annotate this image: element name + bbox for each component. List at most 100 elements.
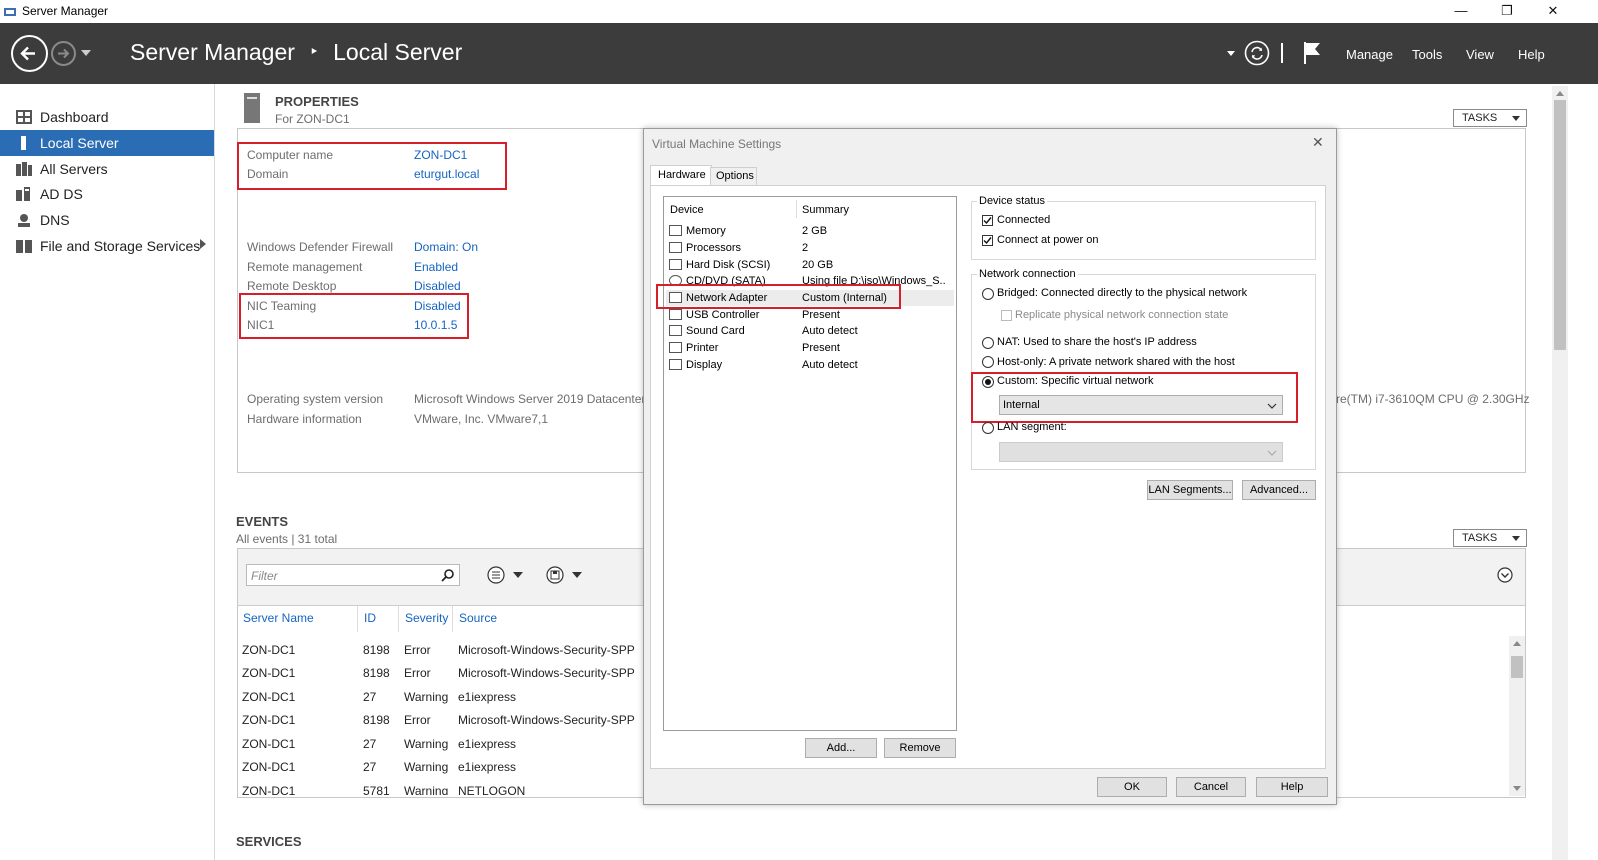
sidebar-item-file-storage[interactable]: File and Storage Services <box>0 233 214 259</box>
events-tasks-button[interactable]: TASKS <box>1453 529 1527 547</box>
device-row-printer[interactable]: Printer Present <box>666 340 954 356</box>
scroll-thumb[interactable] <box>1554 100 1566 350</box>
window-title: Server Manager <box>22 4 109 18</box>
sidebar-item-all-servers[interactable]: All Servers <box>0 156 214 182</box>
bridged-radio[interactable] <box>982 288 994 300</box>
properties-tasks-button[interactable]: TASKS <box>1453 109 1527 127</box>
column-header-id[interactable]: ID <box>364 611 376 625</box>
device-name: Memory <box>686 225 726 237</box>
close-window-button[interactable]: ✕ <box>1530 0 1576 22</box>
device-status-title: Device status <box>977 195 1048 207</box>
menu-manage[interactable]: Manage <box>1346 47 1393 62</box>
bridged-label[interactable]: Bridged: Connected directly to the physi… <box>997 287 1247 299</box>
sidebar-item-local-server[interactable]: Local Server <box>0 130 214 156</box>
events-filter-input[interactable]: Filter <box>246 564 460 586</box>
device-row-usb-controller[interactable]: USB Controller Present <box>666 307 954 323</box>
device-row-processors[interactable]: Processors 2 <box>666 240 954 256</box>
sidebar-item-label: File and Storage Services <box>40 238 201 254</box>
properties-heading: PROPERTIES <box>275 94 359 109</box>
minimize-button[interactable]: — <box>1438 0 1484 22</box>
menu-tools[interactable]: Tools <box>1412 47 1442 62</box>
scroll-thumb[interactable] <box>1511 656 1523 678</box>
breadcrumb-root[interactable]: Server Manager <box>130 39 295 65</box>
expand-panel-button[interactable] <box>1497 567 1513 583</box>
replicate-checkbox <box>1001 310 1012 321</box>
scroll-up-icon[interactable] <box>1556 91 1564 96</box>
sidebar-item-dashboard[interactable]: Dashboard <box>0 104 214 130</box>
connected-checkbox[interactable] <box>982 215 993 226</box>
cell-id: 8198 <box>363 713 390 727</box>
sidebar-item-label: All Servers <box>40 161 108 177</box>
cell-severity: Warning <box>404 737 449 751</box>
add-device-button[interactable]: Add... <box>805 738 877 758</box>
host-only-label[interactable]: Host-only: A private network shared with… <box>997 356 1235 368</box>
search-icon[interactable] <box>441 568 455 582</box>
cell-severity: Warning <box>404 690 449 704</box>
table-row[interactable]: ZON-DC1 8198 Error Microsoft-Windows-Sec… <box>238 640 643 660</box>
cell-server: ZON-DC1 <box>242 737 296 751</box>
save-query-button[interactable] <box>546 566 586 584</box>
help-button[interactable]: Help <box>1256 777 1328 797</box>
table-row[interactable]: ZON-DC1 8198 Error Microsoft-Windows-Sec… <box>238 710 643 730</box>
device-row-hard-disk[interactable]: Hard Disk (SCSI) 20 GB <box>666 257 954 273</box>
sidebar-item-label: Local Server <box>40 135 119 151</box>
forward-button[interactable] <box>51 41 76 66</box>
sidebar-item-dns[interactable]: DNS <box>0 207 214 233</box>
cancel-button[interactable]: Cancel <box>1176 777 1246 797</box>
processor-icon <box>669 242 682 253</box>
nat-radio[interactable] <box>982 337 994 349</box>
column-header-severity[interactable]: Severity <box>405 611 448 625</box>
device-row-display[interactable]: Display Auto detect <box>666 357 954 373</box>
history-dropdown-icon[interactable] <box>81 50 91 56</box>
nat-label[interactable]: NAT: Used to share the host's IP address <box>997 336 1197 348</box>
prop-label-os-version: Operating system version <box>247 392 384 406</box>
sidebar: Dashboard Local Server All Servers AD DS… <box>0 84 215 860</box>
tab-options[interactable]: Options <box>710 167 757 186</box>
scroll-down-icon[interactable] <box>1513 786 1521 791</box>
scroll-up-icon[interactable] <box>1513 641 1521 646</box>
expand-chevron-icon[interactable] <box>200 239 206 249</box>
device-name: USB Controller <box>686 309 760 321</box>
prop-value-firewall[interactable]: Domain: On <box>414 240 478 254</box>
column-header-server-name[interactable]: Server Name <box>243 611 314 625</box>
lan-segments-button[interactable]: LAN Segments... <box>1147 480 1233 500</box>
tab-label: Options <box>716 170 754 182</box>
table-row[interactable]: ZON-DC1 8198 Error Microsoft-Windows-Sec… <box>238 663 643 683</box>
sidebar-item-ad-ds[interactable]: AD DS <box>0 181 214 207</box>
notifications-flag-button[interactable] <box>1302 40 1324 66</box>
lan-segment-radio[interactable] <box>982 422 994 434</box>
table-row[interactable]: ZON-DC1 27 Warning e1iexpress <box>238 687 643 707</box>
connect-at-power-on-checkbox[interactable] <box>982 235 993 246</box>
connect-at-power-on-label[interactable]: Connect at power on <box>997 234 1099 246</box>
main-scrollbar[interactable] <box>1552 86 1568 860</box>
ok-button[interactable]: OK <box>1097 777 1167 797</box>
services-heading: SERVICES <box>236 834 302 849</box>
table-row[interactable]: ZON-DC1 27 Warning e1iexpress <box>238 734 643 754</box>
menu-view[interactable]: View <box>1466 47 1494 62</box>
advanced-button[interactable]: Advanced... <box>1242 480 1316 500</box>
device-row-memory[interactable]: Memory 2 GB <box>666 223 954 239</box>
back-button[interactable] <box>11 35 48 72</box>
cell-source: Microsoft-Windows-Security-SPP <box>458 713 635 727</box>
notification-dropdown-icon[interactable] <box>1227 51 1235 56</box>
remove-device-button[interactable]: Remove <box>884 738 956 758</box>
device-row-sound-card[interactable]: Sound Card Auto detect <box>666 323 954 339</box>
events-scrollbar[interactable] <box>1509 636 1525 796</box>
refresh-button[interactable] <box>1244 40 1270 66</box>
table-row[interactable]: ZON-DC1 5781 Warning NETLOGON <box>238 781 643 795</box>
table-row[interactable]: ZON-DC1 27 Warning e1iexpress <box>238 757 643 777</box>
flag-icon <box>1304 42 1320 64</box>
sidebar-item-label: Dashboard <box>40 109 109 125</box>
prop-value-remote-management[interactable]: Enabled <box>414 260 458 274</box>
tab-hardware[interactable]: Hardware <box>650 165 712 186</box>
menu-help[interactable]: Help <box>1518 47 1545 62</box>
dialog-close-button[interactable]: ✕ <box>1312 134 1324 151</box>
list-options-button[interactable] <box>487 566 527 584</box>
connected-label[interactable]: Connected <box>997 214 1050 226</box>
cell-source: Microsoft-Windows-Security-SPP <box>458 643 635 657</box>
host-only-radio[interactable] <box>982 356 994 368</box>
prop-value-remote-desktop[interactable]: Disabled <box>414 279 461 293</box>
restore-button[interactable]: ❐ <box>1484 0 1530 22</box>
lan-segment-label[interactable]: LAN segment: <box>997 421 1067 433</box>
column-header-source[interactable]: Source <box>459 611 497 625</box>
